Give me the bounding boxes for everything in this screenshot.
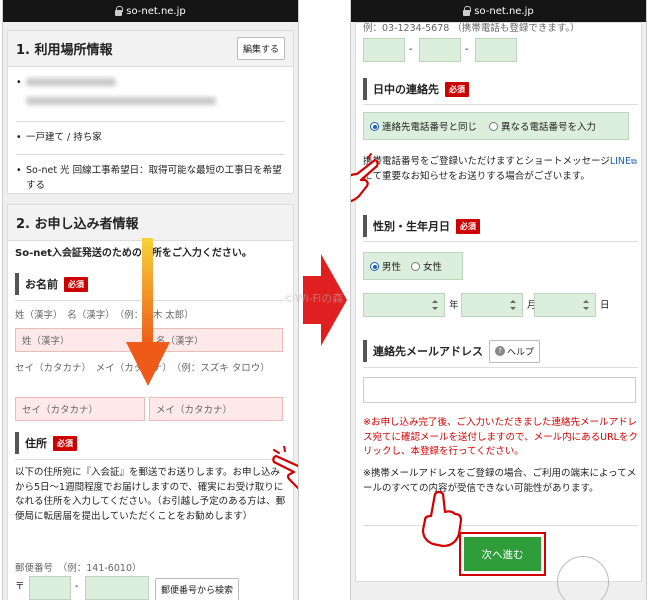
- sms-note-part1: 携帯電話番号をご登録いただけますとショートメッセージ: [363, 156, 610, 167]
- pointing-hand-icon: [421, 490, 463, 548]
- watermark: ©Wi-Fiの森: [284, 292, 344, 305]
- radio-unselected-icon: [489, 122, 499, 131]
- radio-different-phone[interactable]: 異なる電話番号を入力: [489, 119, 596, 133]
- external-link-icon: ⧉: [631, 157, 637, 166]
- email-note-red: ※お申し込み完了後、ご入力いただきました連絡先メールアドレス宛てに確認メールを送…: [363, 417, 638, 458]
- required-badge: 必須: [53, 435, 77, 451]
- pointing-hand-icon: [272, 446, 298, 490]
- edit-button[interactable]: 編集する: [236, 37, 285, 60]
- list-item: 一戸建て / 持ち家: [16, 122, 285, 155]
- daytime-title: 日中の連絡先: [373, 83, 439, 96]
- left-phone-screen: so-net.ne.jp 1. 利用場所情報 編集する 一戸建て / 持ち家 S…: [2, 0, 299, 600]
- next-button[interactable]: 次へ進む: [464, 537, 541, 571]
- mei-kana-input[interactable]: メイ（カタカナ）: [149, 397, 283, 421]
- select-chevron-icon: [509, 300, 516, 310]
- address-description: 以下の住所宛に『入会証』を郵送でお送りします。お申し込みから5日〜1週間程度でお…: [15, 467, 286, 523]
- year-label: 年: [449, 300, 459, 311]
- postal-code-first-input[interactable]: [29, 576, 71, 600]
- postal-dash: -: [75, 581, 79, 592]
- postal-search-button[interactable]: 郵便番号から検索: [155, 578, 240, 600]
- email-input[interactable]: [363, 377, 636, 403]
- radio-same-phone[interactable]: 連絡先電話番号と同じ: [370, 119, 477, 133]
- sei-kana-input[interactable]: セイ（カタカナ）: [15, 397, 145, 421]
- next-button-highlight: 次へ進む: [459, 532, 546, 576]
- gender-birth-title: 性別・生年月日: [373, 220, 450, 233]
- address-title: 住所: [25, 437, 47, 450]
- url-text: so-net.ne.jp: [126, 5, 186, 17]
- radio-diff-label: 異なる電話番号を入力: [501, 122, 597, 133]
- radio-unselected-icon: [411, 262, 421, 271]
- email-title: 連絡先メールアドレス: [373, 345, 483, 358]
- select-chevron-icon: [582, 300, 589, 310]
- scroll-down-arrow-icon: [126, 238, 170, 386]
- email-note: ※携帯メールアドレスをご登録の場合、ご利用の端末によってメールのすべての内容が受…: [363, 468, 637, 494]
- female-label: 女性: [423, 262, 443, 273]
- postal-mark: 〒: [15, 581, 25, 592]
- contact-radio-group: 連絡先電話番号と同じ 異なる電話番号を入力: [363, 112, 629, 140]
- phone-dash: -: [409, 44, 413, 55]
- required-badge: 必須: [64, 276, 88, 292]
- lock-icon: [463, 5, 472, 16]
- postal-code-second-input[interactable]: [85, 576, 149, 600]
- help-button[interactable]: ? ヘルプ: [489, 339, 541, 363]
- postal-label: 郵便番号 （例：141-6010）: [15, 563, 142, 574]
- list-item: So-net 光 回線工事希望日：取得可能な最短の工事日を希望する: [16, 155, 285, 201]
- phone-example-label: 例：03-1234-5678 （携帯電話も登録できます。）: [363, 23, 580, 34]
- pointing-hand-icon: [351, 153, 379, 203]
- url-text: so-net.ne.jp: [474, 5, 534, 17]
- radio-same-label: 連絡先電話番号と同じ: [382, 122, 478, 133]
- sms-note: 携帯電話番号をご登録いただけますとショートメッセージLINE⧉ にて重要なお知らせ…: [363, 155, 639, 184]
- lock-icon: [115, 5, 124, 16]
- section-title: 2. お申し込み者情報: [16, 217, 139, 232]
- phone-part1-input[interactable]: [363, 38, 405, 62]
- birth-year-select[interactable]: [363, 293, 445, 317]
- url-bar: so-net.ne.jp: [3, 0, 298, 22]
- email-header: 連絡先メールアドレス ? ヘルプ: [363, 339, 638, 363]
- birth-month-select[interactable]: [461, 293, 523, 317]
- sms-note-part2: にて重要なお知らせをお送りする場合がございます。: [363, 170, 590, 182]
- url-bar: so-net.ne.jp: [351, 0, 646, 22]
- line-link[interactable]: LINE: [610, 156, 631, 167]
- birth-day-select[interactable]: [534, 293, 596, 317]
- radio-selected-icon: [370, 262, 379, 271]
- required-badge: 必須: [445, 81, 469, 97]
- male-label: 男性: [382, 262, 402, 273]
- radio-male[interactable]: 男性: [370, 259, 401, 273]
- usage-location-card: 1. 利用場所情報 編集する 一戸建て / 持ち家 So-net 光 回線工事希…: [7, 30, 294, 194]
- section-title: 1. 利用場所情報: [16, 43, 113, 58]
- radio-female[interactable]: 女性: [411, 259, 442, 273]
- question-icon: ?: [495, 346, 505, 356]
- phone-part2-input[interactable]: [419, 38, 461, 62]
- name-title: お名前: [25, 278, 58, 291]
- select-chevron-icon: [431, 300, 438, 310]
- help-label: ヘルプ: [507, 347, 535, 358]
- day-label: 日: [600, 300, 610, 311]
- phone-part3-input[interactable]: [475, 38, 517, 62]
- radio-selected-icon: [370, 122, 379, 131]
- gender-birth-header: 性別・生年月日 必須: [363, 215, 638, 237]
- tap-indicator-circle: [557, 556, 609, 600]
- address-section-header: 住所 必須: [15, 432, 285, 454]
- daytime-contact-header: 日中の連絡先 必須: [363, 78, 638, 100]
- phone-dash: -: [465, 44, 469, 55]
- required-badge: 必須: [456, 218, 480, 234]
- right-phone-screen: so-net.ne.jp 例：03-1234-5678 （携帯電話も登録できます…: [350, 0, 647, 600]
- gender-radio-group: 男性 女性: [363, 252, 463, 280]
- blurred-address-item: [16, 67, 285, 123]
